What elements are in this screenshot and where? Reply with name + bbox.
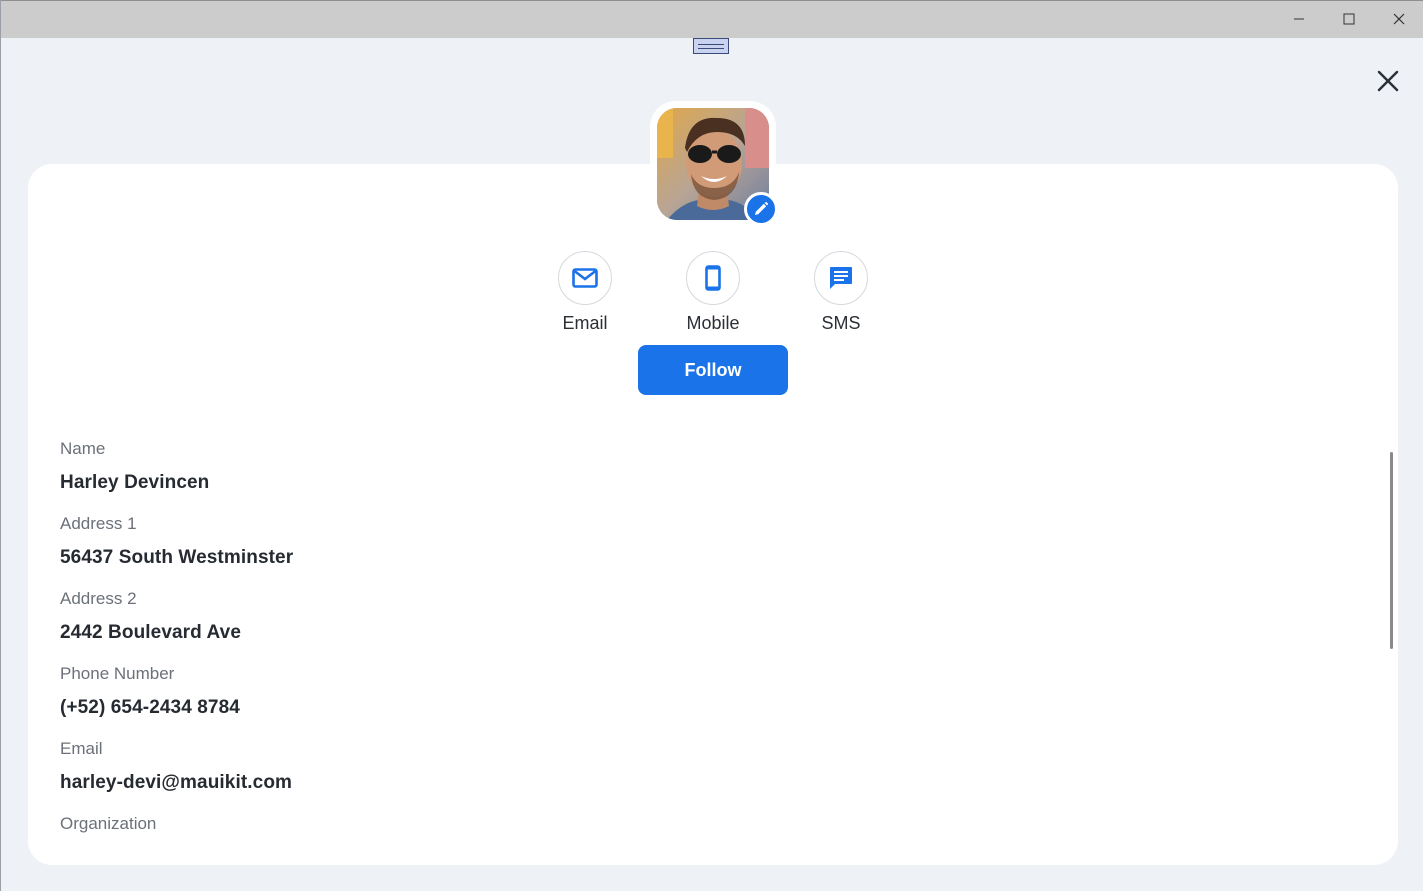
- mobile-action-label: Mobile: [686, 313, 740, 333]
- email-value: harley-devi@mauikit.com: [60, 772, 293, 793]
- app-window: Email Mobile SMS Follow Name Harley Devi…: [0, 0, 1423, 891]
- name-label: Name: [60, 439, 106, 458]
- drag-handle[interactable]: [693, 38, 729, 54]
- message-icon: [830, 267, 852, 289]
- maximize-icon: [1343, 13, 1355, 25]
- mobile-action-circle[interactable]: [686, 251, 740, 305]
- pencil-icon: [755, 202, 768, 215]
- address2-label: Address 2: [60, 589, 137, 608]
- email-action-label: Email: [562, 313, 608, 333]
- phone-label: Phone Number: [60, 664, 175, 683]
- mobile-phone-icon: [705, 265, 721, 291]
- email-action-circle[interactable]: [558, 251, 612, 305]
- mobile-action[interactable]: Mobile: [668, 251, 758, 335]
- organization-label: Organization: [60, 814, 157, 833]
- phone-value: (+52) 654-2434 8784: [60, 697, 240, 718]
- mail-icon: [572, 268, 598, 288]
- name-value: Harley Devincen: [60, 472, 210, 493]
- title-bar[interactable]: [1, 0, 1423, 38]
- sms-action-circle[interactable]: [814, 251, 868, 305]
- minimize-icon: [1294, 18, 1304, 20]
- follow-button[interactable]: Follow: [638, 345, 788, 395]
- address1-label: Address 1: [60, 514, 137, 533]
- address1-value: 56437 South Westminster: [60, 547, 294, 568]
- window-close-button[interactable]: [1374, 1, 1423, 37]
- maximize-button[interactable]: [1324, 1, 1374, 37]
- scrollbar[interactable]: [1390, 452, 1393, 649]
- close-page-button[interactable]: [1371, 64, 1405, 98]
- close-icon: [1393, 13, 1405, 25]
- minimize-button[interactable]: [1274, 1, 1324, 37]
- email-label: Email: [60, 739, 103, 758]
- close-icon: [1377, 70, 1399, 92]
- sms-action-label: SMS: [821, 313, 861, 333]
- drag-handle-grip-icon: [698, 43, 724, 49]
- edit-avatar-button[interactable]: [744, 192, 778, 226]
- sms-action[interactable]: SMS: [796, 251, 886, 335]
- address2-value: 2442 Boulevard Ave: [60, 622, 241, 643]
- email-action[interactable]: Email: [540, 251, 630, 335]
